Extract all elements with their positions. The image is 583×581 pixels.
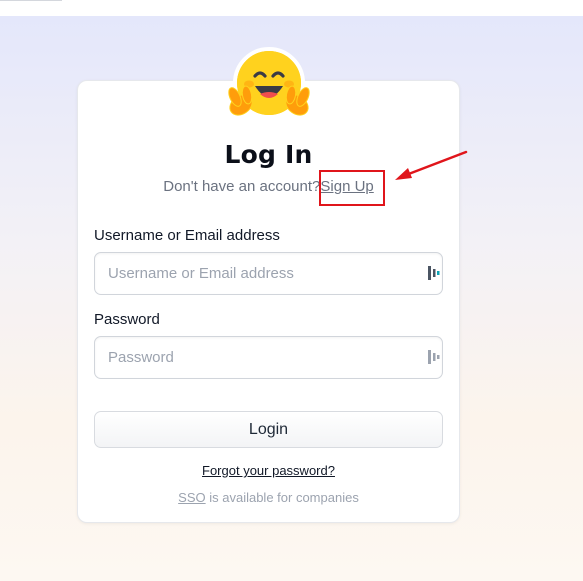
sso-link[interactable]: SSO: [178, 490, 205, 505]
top-bar-tab-indicator: [0, 0, 62, 1]
top-bar: [0, 0, 583, 17]
sso-note: SSO is available for companies: [77, 490, 460, 505]
annotation-highlight-box: [319, 170, 385, 206]
password-label: Password: [94, 311, 160, 328]
forgot-password-row: Forgot your password?: [77, 463, 460, 478]
username-input[interactable]: [94, 252, 443, 295]
no-account-text: Don't have an account?: [163, 178, 321, 195]
login-button[interactable]: Login: [94, 411, 443, 448]
hugging-face-logo-icon: [228, 47, 310, 119]
forgot-password-link[interactable]: Forgot your password?: [202, 463, 335, 478]
password-input[interactable]: [94, 336, 443, 379]
username-label: Username or Email address: [94, 227, 280, 244]
sso-text: is available for companies: [205, 490, 359, 505]
password-manager-icon[interactable]: [428, 266, 440, 280]
password-manager-icon[interactable]: [428, 350, 440, 364]
red-arrow-icon: [395, 150, 468, 180]
